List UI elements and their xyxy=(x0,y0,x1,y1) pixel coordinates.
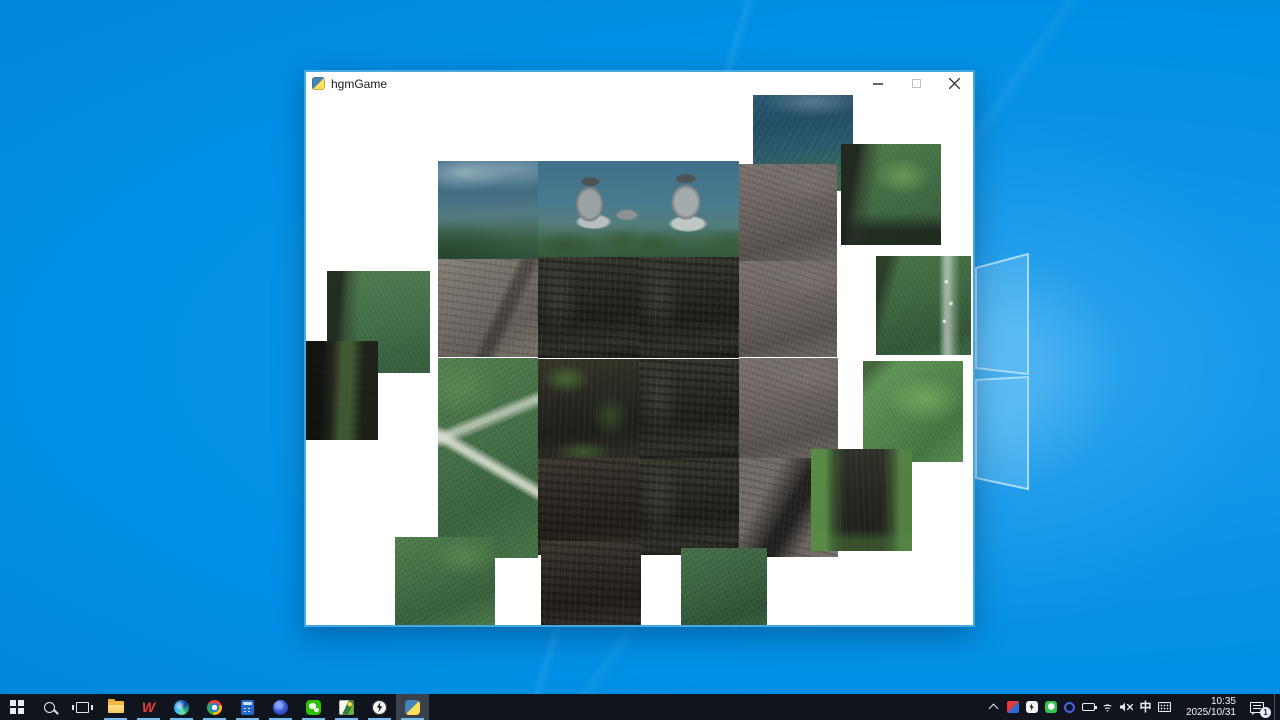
python-game-icon xyxy=(405,700,420,715)
green-app-tray-icon xyxy=(1045,701,1057,713)
wifi-tray-icon xyxy=(1101,702,1114,712)
file-explorer[interactable] xyxy=(99,694,132,720)
task-view-button[interactable] xyxy=(66,694,99,720)
antivirus-tray[interactable] xyxy=(1003,694,1022,720)
puzzle-tile-grid-gray-slope-1[interactable] xyxy=(739,164,837,261)
wps-office-icon: W xyxy=(142,700,155,714)
puzzle-tile-grid-dark-pillar-3[interactable] xyxy=(639,359,739,458)
search-button-icon xyxy=(44,702,55,713)
edge-browser-icon xyxy=(174,700,189,715)
wechat[interactable] xyxy=(297,694,330,720)
puzzle-tile-grid-temple-left[interactable] xyxy=(538,161,639,259)
file-explorer-icon xyxy=(108,701,124,713)
calculator-icon xyxy=(241,700,254,715)
chrome-browser[interactable] xyxy=(198,694,231,720)
blue-ring-tray-icon xyxy=(1064,702,1075,713)
antivirus-tray-icon xyxy=(1007,701,1019,713)
minimize-icon xyxy=(873,83,883,85)
puzzle-tile-dark-rock-bottom[interactable] xyxy=(541,541,641,625)
show-desktop-button[interactable] xyxy=(1274,694,1280,720)
hidden-icons-chevron-icon xyxy=(989,704,999,714)
window-titlebar[interactable]: hgmGame xyxy=(306,72,973,95)
edge-browser[interactable] xyxy=(165,694,198,720)
puzzle-tile-mossy-cliff-right[interactable] xyxy=(841,144,941,245)
taskbar-clock[interactable]: 10:35 2025/10/31 xyxy=(1174,694,1240,720)
puzzle-tile-grid-dark-moss[interactable] xyxy=(538,359,639,458)
maximize-button[interactable] xyxy=(905,75,927,93)
wifi-tray[interactable] xyxy=(1098,694,1117,720)
wps-office[interactable]: W xyxy=(132,694,165,720)
task-view-button-icon xyxy=(76,702,89,713)
puzzle-tile-green-forest-bottom[interactable] xyxy=(681,548,767,625)
puzzle-tile-grid-temple-right[interactable] xyxy=(639,161,739,259)
calculator[interactable] xyxy=(231,694,264,720)
puzzle-tile-grid-gray-slope-3[interactable] xyxy=(739,358,838,458)
blue-ring-tray[interactable] xyxy=(1060,694,1079,720)
close-icon xyxy=(949,78,960,89)
green-app-tray[interactable] xyxy=(1041,694,1060,720)
clock-date: 2025/10/31 xyxy=(1186,707,1236,718)
puzzle-tile-grid-sky-forest[interactable] xyxy=(438,161,538,259)
notification-badge: 1 xyxy=(1260,707,1271,718)
puzzle-tile-green-forest-bottom-left[interactable] xyxy=(395,537,495,625)
clock-time: 10:35 xyxy=(1211,696,1236,707)
puzzle-tile-grid-dark-pillar-2[interactable] xyxy=(639,257,739,358)
touch-keyboard[interactable] xyxy=(1155,694,1174,720)
puzzle-tile-grid-green-trail[interactable] xyxy=(438,358,538,558)
touch-keyboard-icon xyxy=(1158,702,1171,712)
system-tray: 中 xyxy=(984,694,1174,720)
taskbar-spacer xyxy=(429,694,984,720)
device-tray-icon xyxy=(1082,703,1095,711)
chrome-browser-icon xyxy=(207,700,222,715)
puzzle-tile-grid-dark-pillar-1[interactable] xyxy=(538,257,639,358)
puzzle-tile-green-stream-cliff[interactable] xyxy=(876,256,971,355)
device-tray[interactable] xyxy=(1079,694,1098,720)
puzzle-tile-grid-dark-rock-low-2[interactable] xyxy=(639,458,739,555)
hidden-icons-chevron[interactable] xyxy=(984,694,1003,720)
start-button-icon xyxy=(10,700,24,714)
taskbar: W 中 10:35 2025/10/31 1 xyxy=(0,694,1280,720)
close-button[interactable] xyxy=(943,75,965,93)
lightning-tray[interactable] xyxy=(1022,694,1041,720)
puzzle-tile-grid-gray-rock[interactable] xyxy=(438,259,538,357)
start-button[interactable] xyxy=(0,694,33,720)
maximize-icon xyxy=(912,79,921,88)
volume-muted-tray-icon xyxy=(1120,702,1133,713)
taskbar-apps: W xyxy=(0,694,429,720)
puzzle-canvas xyxy=(306,95,973,625)
lightning-tray-icon xyxy=(1026,701,1038,713)
search-button[interactable] xyxy=(33,694,66,720)
puzzle-tile-dark-cliff-left-edge[interactable] xyxy=(306,341,378,440)
notification-center-button[interactable]: 1 xyxy=(1240,694,1274,720)
python-app-icon xyxy=(312,77,325,90)
puzzle-tile-moss-dark-rock[interactable] xyxy=(811,449,912,551)
photos-app[interactable] xyxy=(330,694,363,720)
volume-muted-tray[interactable] xyxy=(1117,694,1136,720)
python-game[interactable] xyxy=(396,694,429,720)
photos-app-icon xyxy=(339,700,354,715)
wechat-icon xyxy=(306,700,321,715)
blue-circle-app-icon xyxy=(273,700,288,715)
minimize-button[interactable] xyxy=(867,75,889,93)
puzzle-tile-grid-gray-slope-2[interactable] xyxy=(739,261,837,357)
ime-indicator[interactable]: 中 xyxy=(1136,694,1155,720)
lightning-app[interactable] xyxy=(363,694,396,720)
blue-circle-app[interactable] xyxy=(264,694,297,720)
window-title: hgmGame xyxy=(331,77,387,91)
hgm-game-window: hgmGame xyxy=(304,70,975,627)
puzzle-tile-green-bushes[interactable] xyxy=(863,361,963,462)
lightning-app-icon xyxy=(372,700,387,715)
ime-indicator-icon: 中 xyxy=(1139,701,1151,713)
